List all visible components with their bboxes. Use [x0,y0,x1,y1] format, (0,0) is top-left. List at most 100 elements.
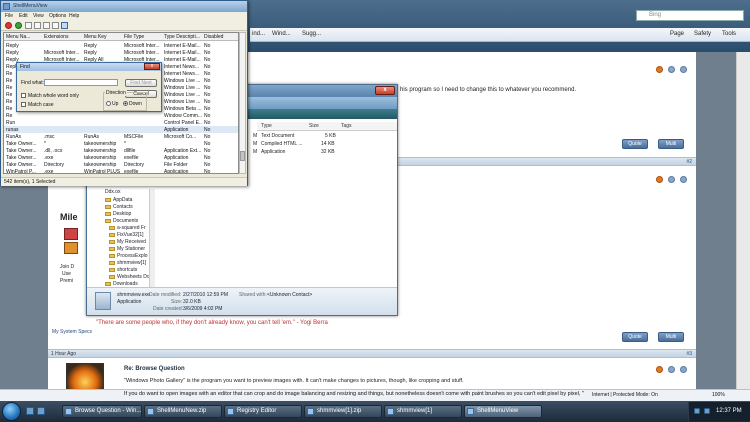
details-pane: shmmview.exe Application Date modified: … [87,287,397,315]
post-number[interactable]: #2 [686,158,692,166]
profile-icon[interactable] [668,366,675,373]
signature: "There are some people who, if they don'… [96,320,328,326]
report-icon[interactable] [656,176,663,183]
find-titlebar[interactable]: Find x [17,63,161,71]
find-what-input[interactable] [44,79,118,86]
clock[interactable]: 12:37 PM [716,408,742,414]
network-icon[interactable] [694,408,700,414]
menu-bar: File Edit View Options Help [1,12,247,21]
find-icon[interactable] [61,22,68,29]
list-item[interactable]: runas Application No [4,126,238,133]
copy-icon[interactable] [43,22,50,29]
folder-icon [105,281,111,286]
column-disabled[interactable]: Disabled [204,34,234,40]
disable-icon[interactable] [5,22,12,29]
taskbar-button[interactable]: shmmview[1].zip [304,405,382,418]
fav-link[interactable]: Sugg... [302,31,321,37]
match-case-checkbox[interactable]: Match case [21,102,54,108]
browser-quicklaunch-icon[interactable] [37,407,45,415]
file-row[interactable]: M Compiled HTML ... 14 KB [253,140,397,148]
menu-help[interactable]: Help [69,13,79,19]
info-icon[interactable] [680,176,687,183]
list-scrollbar[interactable] [239,32,246,174]
report-icon[interactable] [656,366,663,373]
post-number[interactable]: #3 [686,350,692,358]
column-tags[interactable]: Tags [341,123,352,129]
save-icon[interactable] [25,22,32,29]
taskbar-button[interactable]: Browse Question - Win... [62,405,142,418]
file-row[interactable]: M Text Document 5 KB [253,132,397,140]
profile-icon[interactable] [668,176,675,183]
list-item[interactable]: RunAs .msc RunAs MSCFile Microsoft Co... No [4,133,238,140]
taskbar-button[interactable]: Registry Editor [224,405,302,418]
close-icon[interactable]: x [144,63,160,70]
menu-view[interactable]: View [33,13,44,19]
file-type: Compiled HTML ... [261,141,303,147]
smv-titlebar[interactable]: ShellMenuView [1,1,247,12]
direction-up-radio[interactable]: Up [106,101,118,107]
multi-quote-button[interactable]: Multi [658,139,684,149]
zoom-level[interactable]: 100% [712,392,725,398]
fav-link[interactable]: Wind... [272,31,291,37]
match-whole-word-checkbox[interactable]: Match whole word only [21,93,79,99]
taskbar-button[interactable]: ShellMenuNew.zip [144,405,222,418]
taskbar-button[interactable]: ShellMenuView [464,405,542,418]
direction-label: Direction [105,90,127,96]
quote-button[interactable]: Quote [622,139,648,149]
folder-icon [105,204,111,209]
detail-filename: shmmview.exe [117,292,150,298]
scroll-thumb[interactable] [240,151,245,161]
column-type-description[interactable]: Type Descripti... [164,34,202,40]
browser-search-box[interactable]: Bing [636,10,744,21]
tree-item[interactable]: Ddx.ox [105,189,121,197]
taskbar-button[interactable]: shmmview[1] [384,405,462,418]
report-icon[interactable] [656,66,663,73]
reply-text: If you do want to open images with an ed… [124,391,584,397]
system-specs-link[interactable]: My System Specs [52,329,92,335]
multi-quote-button[interactable]: Multi [658,332,684,342]
tree-scrollbar[interactable] [149,189,155,287]
list-item[interactable]: Take Owner... .dll, .ocx takeownership dllf… [4,147,238,154]
list-item[interactable]: Re Window Comm... No [4,112,238,119]
folder-icon [109,232,115,237]
column-type[interactable]: Type [261,123,272,129]
column-extensions[interactable]: Extensions [44,34,82,40]
list-item[interactable]: Take Owner... Directory takeownership Direc… [4,161,238,168]
file-date: M [253,141,258,147]
list-item[interactable]: Reply Reply Microsoft Inter... Internet E-M… [4,42,238,49]
list-item[interactable]: Run Control Panel E... No [4,119,238,126]
cmd-safety[interactable]: Safety [694,31,711,37]
profile-icon[interactable] [668,66,675,73]
info-icon[interactable] [680,66,687,73]
list-item[interactable]: Take Owner... * takeownership * No [4,140,238,147]
show-desktop-icon[interactable] [26,407,34,415]
start-button[interactable] [2,402,21,421]
fav-link[interactable]: ind... [252,31,265,37]
properties-icon[interactable] [34,22,41,29]
quote-button[interactable]: Quote [622,332,648,342]
column-menu-name[interactable]: Menu Na... [6,34,40,40]
list-item[interactable]: Reply Microsoft Inter... Reply Microsoft In… [4,49,238,56]
list-item[interactable]: Take Owner... .exe takeownership exefile App… [4,154,238,161]
sidebar-fragment: Mile [60,212,78,222]
info-icon[interactable] [680,366,687,373]
refresh-icon[interactable] [52,22,59,29]
column-file-type[interactable]: File Type [124,34,162,40]
application-icon [95,292,111,310]
file-row[interactable]: M Application 32 KB [253,148,397,156]
volume-icon[interactable] [704,408,710,414]
column-size[interactable]: Size [309,123,319,129]
find-next-button[interactable]: Find Next [125,79,157,87]
list-item[interactable]: WinPatrol P... .exe WinPatrol PLUS exefile A… [4,168,238,173]
cmd-page[interactable]: Page [670,31,684,37]
menu-edit[interactable]: Edit [19,13,28,19]
enable-icon[interactable] [15,22,22,29]
menu-options[interactable]: Options [49,13,66,19]
close-icon[interactable]: x [375,86,395,95]
cmd-tools[interactable]: Tools [722,31,736,37]
column-menu-key[interactable]: Menu Key [84,34,122,40]
menu-file[interactable]: File [5,13,13,19]
folder-icon [109,246,115,251]
direction-down-radio[interactable]: Down [123,101,142,107]
page-scrollbar[interactable] [736,52,750,401]
